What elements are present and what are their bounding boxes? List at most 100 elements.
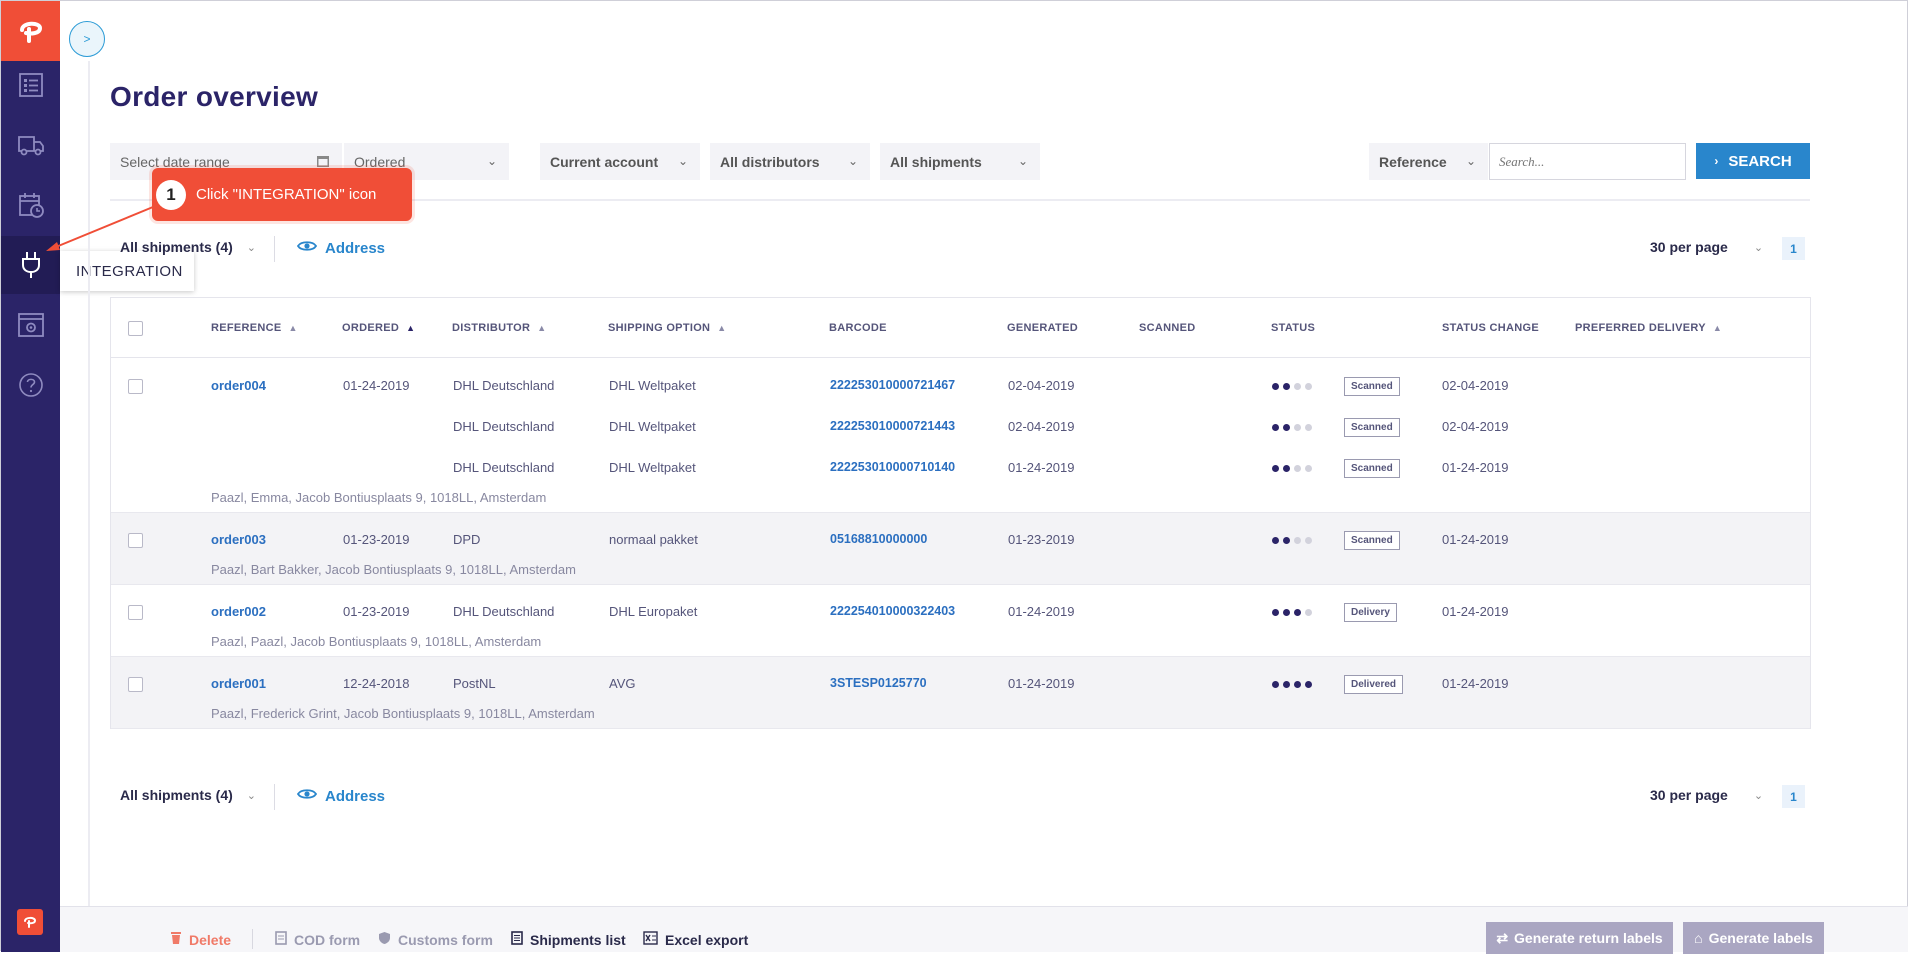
shipments-view-label: All shipments (4) (120, 787, 233, 803)
ordered-date: 01-23-2019 (343, 532, 410, 547)
sort-icon: ▲ (1712, 323, 1723, 333)
reference-select-label: Reference (1379, 153, 1447, 170)
order-reference-link[interactable]: order003 (211, 532, 266, 547)
shipping-option: DHL Europaket (609, 604, 698, 619)
help-icon[interactable] (1, 356, 60, 414)
column-header-scanned: SCANNED (1139, 322, 1196, 334)
order-row[interactable]: order002 01-23-2019 DHL Deutschland DHL Eur… (111, 585, 1810, 657)
barcode-link[interactable]: 222253010000721443 (830, 419, 955, 433)
shipments-view-select-bottom[interactable]: All shipments (4) ⌄ (120, 787, 256, 803)
distributor-name: DHL Deutschland (453, 604, 555, 619)
generate-return-labels-button[interactable]: ⇄ Generate return labels (1486, 922, 1673, 954)
chevron-down-icon: ⌄ (847, 154, 858, 168)
column-header-ordered[interactable]: ORDERED ▲ (342, 322, 415, 334)
delete-label: Delete (189, 931, 232, 948)
sidebar-toggle-button[interactable]: > (69, 21, 105, 57)
status-change-date: 02-04-2019 (1442, 419, 1509, 434)
generate-labels-button[interactable]: ⌂ Generate labels (1683, 922, 1824, 954)
shipping-option: DHL Weltpaket (609, 378, 696, 393)
reference-select[interactable]: Reference ⌄ (1369, 143, 1488, 180)
account-logo-icon[interactable] (17, 909, 43, 935)
sort-icon: ▲ (537, 323, 547, 333)
status-badge: Scanned (1344, 377, 1400, 396)
distributor-name: DHL Deutschland (453, 378, 555, 393)
generated-date: 01-24-2019 (1008, 676, 1075, 691)
barcode-link[interactable]: 222253010000721467 (830, 378, 955, 392)
status-badge: Scanned (1344, 459, 1400, 478)
column-header-reference[interactable]: REFERENCE ▲︎ (211, 322, 298, 334)
orders-icon[interactable] (1, 56, 60, 114)
column-header-generated: GENERATED (1007, 322, 1078, 334)
order-reference-link[interactable]: order004 (211, 378, 266, 393)
truck-icon[interactable] (1, 116, 60, 174)
cod-form-button[interactable]: COD form (275, 931, 360, 948)
status-dot (1305, 383, 1312, 390)
status-progress-dots (1272, 383, 1312, 390)
barcode-link[interactable]: 3STESP0125770 (830, 676, 927, 690)
select-all-checkbox[interactable] (128, 321, 143, 336)
per-page-select[interactable]: 30 per page ⌄ (1650, 239, 1763, 255)
status-change-date: 01-24-2019 (1442, 460, 1509, 475)
distributor-name: DHL Deutschland (453, 460, 555, 475)
status-dot (1283, 465, 1290, 472)
search-input[interactable] (1489, 143, 1686, 180)
distributor-name: DPD (453, 532, 481, 547)
status-dot (1272, 609, 1279, 616)
status-dot (1305, 609, 1312, 616)
delete-button[interactable]: Delete (170, 931, 231, 948)
barcode-link[interactable]: 222254010000322403 (830, 604, 955, 618)
shipments-list-button[interactable]: Shipments list (511, 931, 626, 948)
row-checkbox[interactable] (128, 677, 143, 692)
status-dot (1283, 681, 1290, 688)
distributors-select[interactable]: All distributors ⌄ (710, 143, 870, 180)
status-change-date: 01-24-2019 (1442, 532, 1509, 547)
status-badge: Scanned (1344, 418, 1400, 437)
barcode-link[interactable]: 222253010000710140 (830, 460, 955, 474)
barcode-link[interactable]: 05168810000000 (830, 532, 927, 546)
address-toggle[interactable]: Address (296, 239, 385, 257)
status-dot (1305, 424, 1312, 431)
excel-export-label: Excel export (665, 931, 749, 948)
status-badge: Delivery (1344, 603, 1397, 622)
excel-export-button[interactable]: Excel export (643, 931, 748, 948)
row-checkbox[interactable] (128, 605, 143, 620)
row-checkbox[interactable] (128, 379, 143, 394)
customs-form-button[interactable]: Customs form (378, 931, 493, 948)
status-dot (1294, 537, 1301, 544)
status-dot (1283, 609, 1290, 616)
order-row[interactable]: order004 01-24-2019 DHL Deutschland DHL Wel… (111, 359, 1810, 513)
order-reference-link[interactable]: order002 (211, 604, 266, 619)
row-checkbox[interactable] (128, 533, 143, 548)
address-toggle-bottom[interactable]: Address (296, 787, 386, 805)
status-dot (1283, 424, 1290, 431)
settings-window-icon[interactable] (1, 296, 60, 354)
order-row[interactable]: order003 01-23-2019 DPD normaal pakket 05168… (111, 513, 1810, 585)
excel-icon (643, 931, 658, 948)
shipments-select[interactable]: All shipments ⌄ (880, 143, 1040, 180)
status-dot (1272, 383, 1279, 390)
page-number[interactable]: 1 (1782, 237, 1805, 260)
sort-icon: ▲︎ (288, 323, 298, 333)
page-number-bottom[interactable]: 1 (1782, 785, 1805, 808)
column-header-shipping-option[interactable]: SHIPPING OPTION ▲ (608, 322, 727, 334)
generate-labels-label: Generate labels (1708, 930, 1813, 946)
order-row[interactable]: order001 12-24-2018 PostNL AVG 3STESP0125770… (111, 657, 1810, 729)
status-dot (1272, 424, 1279, 431)
shipments-list-label: Shipments list (530, 931, 626, 948)
generated-date: 01-23-2019 (1008, 532, 1075, 547)
search-button[interactable]: › SEARCH (1696, 143, 1810, 179)
trash-icon (170, 931, 182, 948)
paazl-logo-icon[interactable] (1, 1, 60, 61)
status-dot (1283, 383, 1290, 390)
order-reference-link[interactable]: order001 (211, 676, 266, 691)
column-header-distributor[interactable]: DISTRIBUTOR ▲ (452, 322, 546, 334)
order-address: Paazl, Emma, Jacob Bontiusplaats 9, 1018… (211, 490, 547, 505)
orders-table: REFERENCE ▲︎ ORDERED ▲ DISTRIBUTOR ▲ SHIPPI… (110, 297, 1811, 729)
chevron-down-icon: ⌄ (246, 789, 257, 802)
address-toggle-label: Address (325, 787, 386, 805)
account-select[interactable]: Current account ⌄ (540, 143, 700, 180)
status-dot (1294, 424, 1301, 431)
per-page-select-bottom[interactable]: 30 per page ⌄ (1650, 787, 1763, 803)
status-progress-dots (1272, 424, 1312, 431)
column-header-preferred-delivery[interactable]: PREFERRED DELIVERY ▲ (1575, 322, 1722, 334)
